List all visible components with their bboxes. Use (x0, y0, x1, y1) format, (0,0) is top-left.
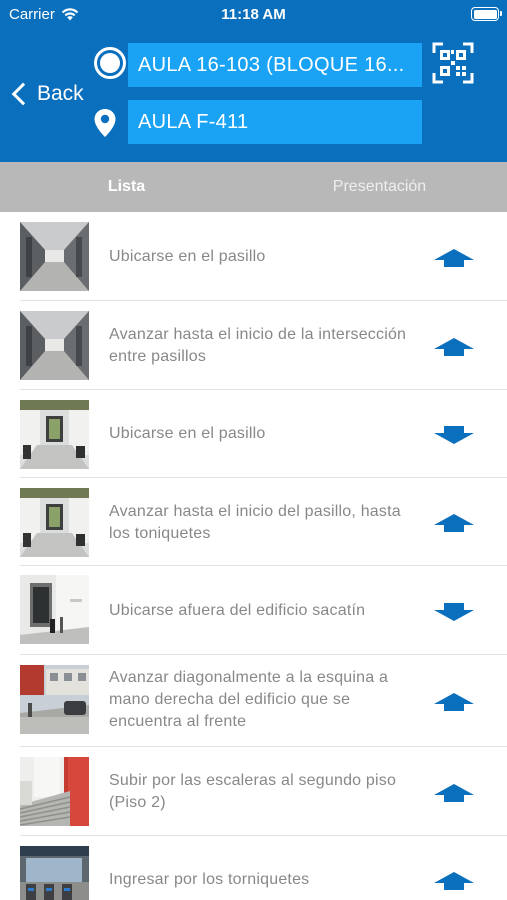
chevron-left-icon (11, 82, 35, 106)
arrow-up-icon (434, 249, 474, 267)
back-button[interactable]: Back (10, 78, 84, 110)
step-photo (20, 400, 89, 469)
step-text: Ubicarse afuera del edificio sacatín (109, 602, 366, 619)
step-text: Ingresar por los torniquetes (109, 871, 310, 888)
step-text: Avanzar diagonalmente a la esquina a man… (109, 669, 389, 730)
arrow-up-icon (434, 784, 474, 802)
tab-presentacion[interactable]: Presentación (253, 162, 506, 212)
origin-circle-icon (94, 47, 126, 79)
step-photo (20, 311, 89, 380)
destination-field[interactable]: AULA F-411 (128, 100, 422, 144)
arrow-down-icon (434, 603, 474, 621)
arrow-up-icon (434, 338, 474, 356)
step-photo (20, 757, 89, 826)
status-time: 11:18 AM (221, 6, 286, 23)
list-item[interactable]: Avanzar hasta el inicio del pasillo, has… (0, 478, 507, 566)
origin-field[interactable]: AULA 16-103 (BLOQUE 16... (128, 43, 422, 87)
step-text: Avanzar hasta el inicio del pasillo, has… (109, 503, 401, 542)
tab-bar: Lista Presentación (0, 162, 507, 212)
tab-lista[interactable]: Lista (0, 162, 253, 212)
list-item[interactable]: Ubicarse en el pasillo (0, 390, 507, 478)
list-item[interactable]: Avanzar diagonalmente a la esquina a man… (0, 655, 507, 747)
arrow-up-icon (434, 514, 474, 532)
step-photo (20, 488, 89, 557)
list-item[interactable]: Ubicarse en el pasillo (0, 212, 507, 301)
step-text: Subir por las escaleras al segundo piso … (109, 772, 397, 811)
list-item[interactable]: Ingresar por los torniquetes (0, 836, 507, 900)
navigation-header: Carrier 11:18 AM Back AULA 16-103 (BLOQU… (0, 0, 507, 162)
step-photo (20, 222, 89, 291)
back-label: Back (37, 82, 84, 105)
destination-value: AULA F-411 (138, 110, 249, 133)
list-item[interactable]: Ubicarse afuera del edificio sacatín (0, 566, 507, 655)
battery-icon (471, 7, 502, 21)
step-text: Avanzar hasta el inicio de la intersecci… (109, 326, 407, 365)
arrow-up-icon (434, 872, 474, 890)
step-photo (20, 575, 89, 644)
status-bar: Carrier 11:18 AM (0, 0, 507, 28)
arrow-up-icon (434, 693, 474, 711)
map-pin-icon (94, 109, 116, 137)
step-text: Ubicarse en el pasillo (109, 248, 266, 265)
step-photo (20, 846, 89, 900)
qr-code-icon[interactable] (432, 42, 474, 84)
step-photo (20, 665, 89, 734)
list-item[interactable]: Avanzar hasta el inicio de la intersecci… (0, 301, 507, 390)
origin-value: AULA 16-103 (BLOQUE 16... (138, 53, 405, 76)
step-text: Ubicarse en el pasillo (109, 425, 266, 442)
arrow-down-icon (434, 426, 474, 444)
list-item[interactable]: Subir por las escaleras al segundo piso … (0, 747, 507, 836)
